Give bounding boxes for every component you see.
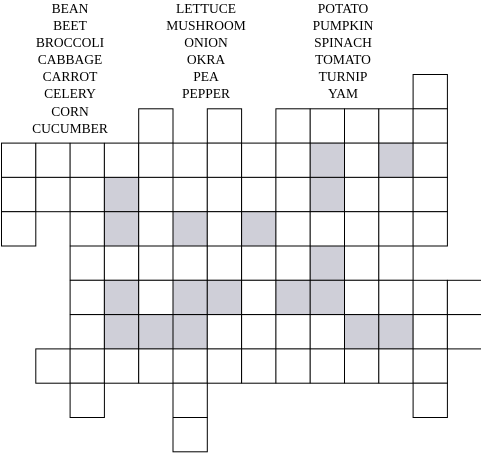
grid-cell[interactable] — [412, 382, 448, 419]
shaded-grid-cell[interactable] — [172, 314, 208, 350]
grid-cell[interactable] — [412, 176, 448, 213]
grid-cell[interactable] — [412, 348, 448, 384]
grid-cell[interactable] — [309, 348, 346, 384]
shaded-grid-cell[interactable] — [103, 279, 140, 316]
grid-cell[interactable] — [172, 245, 208, 281]
grid-cell[interactable] — [378, 211, 414, 247]
grid-cell[interactable] — [172, 348, 208, 384]
grid-cell[interactable] — [412, 108, 448, 144]
grid-cell[interactable] — [378, 108, 414, 144]
grid-cell[interactable] — [241, 279, 277, 316]
grid-cell[interactable] — [309, 211, 346, 247]
grid-cell[interactable] — [206, 314, 243, 350]
grid-cell[interactable] — [412, 74, 448, 110]
grid-cell[interactable] — [412, 314, 448, 350]
grid-cell[interactable] — [35, 348, 71, 384]
grid-cell[interactable] — [206, 348, 243, 384]
shaded-grid-cell[interactable] — [275, 279, 311, 316]
shaded-grid-cell[interactable] — [241, 211, 277, 247]
shaded-grid-cell[interactable] — [206, 279, 243, 316]
shaded-grid-cell[interactable] — [344, 314, 380, 350]
grid-cell[interactable] — [138, 211, 174, 247]
grid-cell[interactable] — [275, 314, 311, 350]
crossword-grid — [1, 74, 481, 453]
grid-cell[interactable] — [412, 142, 448, 178]
grid-cell[interactable] — [412, 211, 448, 247]
grid-cell[interactable] — [138, 245, 174, 281]
grid-cell[interactable] — [344, 108, 380, 144]
grid-cell[interactable] — [241, 142, 277, 178]
shaded-grid-cell[interactable] — [309, 279, 346, 316]
grid-cell[interactable] — [35, 176, 71, 213]
grid-cell[interactable] — [241, 314, 277, 350]
grid-cell[interactable] — [206, 142, 243, 178]
grid-cell[interactable] — [275, 176, 311, 213]
grid-cell[interactable] — [172, 142, 208, 178]
grid-cell[interactable] — [241, 245, 277, 281]
grid-cell[interactable] — [309, 108, 346, 144]
grid-cell[interactable] — [344, 348, 380, 384]
grid-cell[interactable] — [138, 348, 174, 384]
grid-cell[interactable] — [138, 176, 174, 213]
grid-cell[interactable] — [1, 142, 37, 178]
grid-cell[interactable] — [69, 142, 105, 178]
grid-cell[interactable] — [69, 382, 105, 419]
grid-cell[interactable] — [378, 348, 414, 384]
grid-cell[interactable] — [172, 417, 208, 453]
shaded-grid-cell[interactable] — [103, 176, 140, 213]
grid-cell[interactable] — [275, 211, 311, 247]
grid-cell[interactable] — [344, 245, 380, 281]
grid-cell[interactable] — [378, 176, 414, 213]
grid-cell[interactable] — [1, 211, 37, 247]
grid-cell[interactable] — [69, 245, 105, 281]
grid-cell[interactable] — [378, 279, 414, 316]
grid-cell[interactable] — [275, 348, 311, 384]
shaded-grid-cell[interactable] — [172, 279, 208, 316]
shaded-grid-cell[interactable] — [309, 245, 346, 281]
shaded-grid-cell[interactable] — [378, 314, 414, 350]
shaded-grid-cell[interactable] — [309, 176, 346, 213]
grid-cell[interactable] — [446, 279, 481, 316]
shaded-grid-cell[interactable] — [172, 211, 208, 247]
grid-cell[interactable] — [69, 176, 105, 213]
grid-cell[interactable] — [103, 245, 140, 281]
grid-cell[interactable] — [378, 245, 414, 281]
grid-cell[interactable] — [275, 108, 311, 144]
grid-cell[interactable] — [103, 142, 140, 178]
grid-cell[interactable] — [69, 279, 105, 316]
shaded-grid-cell[interactable] — [103, 211, 140, 247]
grid-cell[interactable] — [344, 279, 380, 316]
grid-cell[interactable] — [206, 211, 243, 247]
grid-cell[interactable] — [309, 314, 346, 350]
grid-cell[interactable] — [412, 279, 448, 316]
grid-cell[interactable] — [69, 314, 105, 350]
grid-cell[interactable] — [344, 176, 380, 213]
grid-cell[interactable] — [69, 348, 105, 384]
shaded-grid-cell[interactable] — [309, 142, 346, 178]
grid-cell[interactable] — [1, 176, 37, 213]
grid-cell[interactable] — [241, 176, 277, 213]
grid-cell[interactable] — [275, 142, 311, 178]
grid-cell[interactable] — [69, 211, 105, 247]
grid-cell[interactable] — [172, 176, 208, 213]
grid-cell[interactable] — [446, 314, 481, 350]
grid-cell[interactable] — [35, 142, 71, 178]
shaded-grid-cell[interactable] — [138, 314, 174, 350]
grid-cell[interactable] — [138, 279, 174, 316]
shaded-grid-cell[interactable] — [103, 314, 140, 350]
grid-cell[interactable] — [344, 211, 380, 247]
grid-cell[interactable] — [206, 245, 243, 281]
grid-cell[interactable] — [275, 245, 311, 281]
grid-cell[interactable] — [241, 348, 277, 384]
grid-cell[interactable] — [206, 108, 243, 144]
grid-cell[interactable] — [172, 382, 208, 419]
shaded-grid-cell[interactable] — [378, 142, 414, 178]
grid-cell[interactable] — [103, 348, 140, 384]
grid-cell[interactable] — [138, 142, 174, 178]
grid-cell[interactable] — [344, 142, 380, 178]
grid-cell[interactable] — [138, 108, 174, 144]
grid-cell[interactable] — [206, 176, 243, 213]
